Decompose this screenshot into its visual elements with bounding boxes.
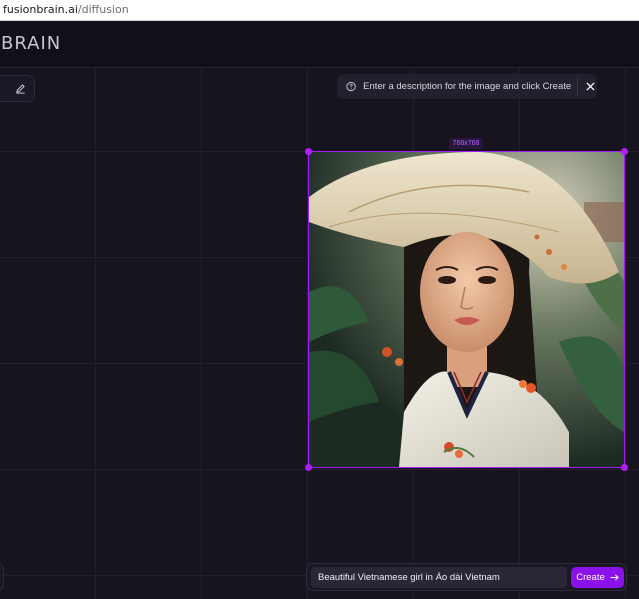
prompt-input[interactable] [311, 567, 567, 588]
resize-handle-bottom-left[interactable] [305, 464, 312, 471]
logo-text: BRAIN [1, 33, 62, 54]
url-domain: fusionbrain.ai [3, 3, 78, 16]
resize-handle-top-left[interactable] [305, 148, 312, 155]
create-button[interactable]: Create [571, 567, 624, 588]
generated-image [309, 152, 624, 467]
prompt-bar: Create [306, 563, 627, 591]
question-circle-icon [346, 81, 356, 92]
hint-banner: Enter a description for the image and cl… [337, 74, 597, 99]
logo[interactable]: BRAIN [0, 33, 61, 54]
hint-text: Enter a description for the image and cl… [363, 81, 572, 92]
close-icon [586, 82, 595, 91]
hint-divider [577, 78, 579, 95]
resize-handle-bottom-right[interactable] [621, 464, 628, 471]
address-bar[interactable]: fusionbrain.ai/diffusion [0, 0, 639, 21]
image-size-label: 768x768 [449, 138, 483, 149]
side-panel-button[interactable] [0, 563, 4, 591]
arrow-right-icon [610, 574, 619, 581]
hint-close-button[interactable] [584, 80, 597, 94]
pencil-icon [16, 84, 25, 94]
edit-tool-button[interactable] [0, 75, 35, 102]
resize-handle-top-right[interactable] [621, 148, 628, 155]
url-path: /diffusion [77, 3, 129, 16]
app-header: BRAIN [0, 21, 639, 68]
generated-image-frame[interactable] [308, 151, 625, 468]
create-button-label: Create [576, 572, 605, 583]
